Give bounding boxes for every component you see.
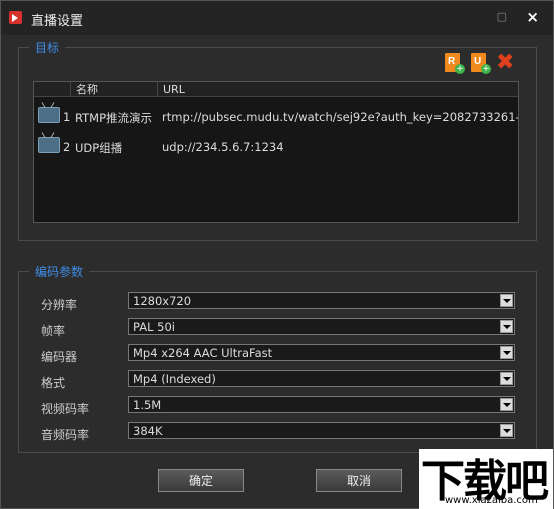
column-header-name[interactable]: 名称 [71, 82, 158, 97]
minimize-icon[interactable]: ▢ [497, 10, 507, 23]
chevron-down-icon[interactable] [500, 372, 513, 385]
window-title: 直播设置 [31, 14, 84, 29]
chevron-down-icon[interactable] [500, 320, 513, 333]
row-url: rtmp://pubsec.mudu.tv/watch/sej92e?auth_… [162, 110, 519, 124]
framerate-value: PAL 50i [133, 320, 175, 334]
target-table[interactable]: 名称 URL 1 RTMP推流演示 rtmp://pubsec.mudu.tv/… [33, 81, 519, 223]
chevron-down-icon[interactable] [500, 294, 513, 307]
audio-bitrate-select[interactable]: 384K [128, 422, 515, 439]
resolution-select[interactable]: 1280x720 [128, 292, 515, 309]
video-bitrate-label: 视频码率 [41, 402, 90, 416]
title-bar[interactable]: 直播设置 ▢ × [1, 1, 553, 35]
add-rtmp-button[interactable]: R + [445, 53, 465, 75]
row-name: RTMP推流演示 [75, 111, 153, 125]
watermark-logo: 下载吧 www.xiazaiba.com [419, 449, 553, 509]
format-label: 格式 [41, 376, 66, 390]
framerate-select[interactable]: PAL 50i [128, 318, 515, 335]
audio-bitrate-value: 384K [133, 424, 163, 438]
format-value: Mp4 (Indexed) [133, 372, 216, 386]
encoder-select[interactable]: Mp4 x264 AAC UltraFast [128, 344, 515, 361]
target-legend: 目标 [35, 41, 60, 55]
ok-button[interactable]: 确定 [158, 469, 244, 492]
tv-icon [38, 107, 60, 123]
add-udp-button[interactable]: U + [471, 53, 491, 75]
encoding-legend: 编码参数 [35, 265, 84, 279]
encoder-label: 编码器 [41, 350, 78, 364]
column-header-url[interactable]: URL [158, 82, 518, 97]
chevron-down-icon[interactable] [500, 346, 513, 359]
close-button[interactable]: × [526, 8, 539, 26]
audio-bitrate-label: 音频码率 [41, 428, 90, 442]
plus-icon: + [455, 64, 465, 74]
encoder-value: Mp4 x264 AAC UltraFast [133, 346, 273, 360]
row-index: 2 [63, 140, 71, 154]
table-row[interactable]: 2 UDP组播 udp://234.5.6.7:1234 [34, 132, 518, 162]
resolution-label: 分辨率 [41, 298, 78, 312]
chevron-down-icon[interactable] [500, 424, 513, 437]
video-bitrate-select[interactable]: 1.5M [128, 396, 515, 413]
app-logo-icon [9, 11, 22, 24]
cancel-button[interactable]: 取消 [316, 469, 402, 492]
column-header-icon[interactable] [34, 82, 71, 97]
table-row[interactable]: 1 RTMP推流演示 rtmp://pubsec.mudu.tv/watch/s… [34, 102, 518, 132]
video-bitrate-value: 1.5M [133, 398, 162, 412]
framerate-label: 帧率 [41, 324, 66, 338]
delete-button[interactable]: ✖ [496, 52, 514, 74]
chevron-down-icon[interactable] [500, 398, 513, 411]
live-settings-dialog: 直播设置 ▢ × 目标 R + U + ✖ 名称 URL 1 RTMP推流演示 … [0, 0, 554, 509]
resolution-value: 1280x720 [133, 294, 192, 308]
row-url: udp://234.5.6.7:1234 [162, 140, 284, 154]
watermark-url: www.xiazaiba.com [445, 495, 538, 506]
row-index: 1 [63, 110, 71, 124]
format-select[interactable]: Mp4 (Indexed) [128, 370, 515, 387]
tv-icon [38, 137, 60, 153]
row-name: UDP组播 [75, 141, 123, 155]
plus-icon: + [481, 64, 491, 74]
